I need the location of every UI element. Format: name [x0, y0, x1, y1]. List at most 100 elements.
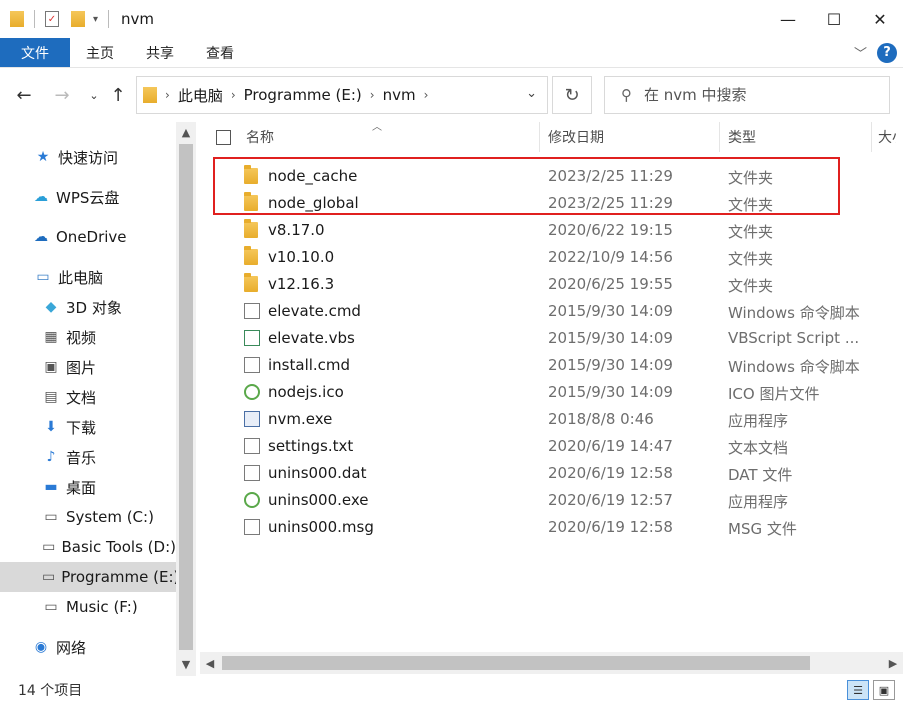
sidebar-item-onedrive[interactable]: ☁ OneDrive [0, 222, 176, 252]
column-type[interactable]: 类型 [720, 122, 872, 152]
table-row[interactable]: unins000.msg 2020/6/19 12:58 MSG 文件 [200, 514, 903, 541]
sidebar-item-this-pc[interactable]: ▭ 此电脑 [0, 262, 176, 292]
file-type: 文件夹 [728, 196, 774, 214]
details-view-button[interactable]: ☰ [847, 680, 869, 700]
breadcrumb-chevron-icon[interactable]: › [165, 88, 170, 102]
up-button[interactable]: ↑ [106, 83, 130, 107]
breadcrumb-chevron-icon[interactable]: › [370, 88, 375, 102]
quick-access-toolbar: ✓ ▾ [0, 10, 113, 28]
toolbar-separator [34, 10, 35, 28]
sidebar-item-network[interactable]: ◉ 网络 [0, 632, 176, 662]
sidebar-item-label: 视频 [66, 328, 97, 347]
sidebar-item-basic-tools-d[interactable]: ▭ Basic Tools (D:) [0, 532, 176, 562]
title-bar: ✓ ▾ nvm — ☐ ✕ [0, 0, 903, 38]
system-drive-icon: ▭ [44, 509, 58, 525]
cube-icon: ◆ [45, 299, 57, 315]
file-date: 2020/6/25 19:55 [548, 275, 673, 293]
table-row[interactable]: settings.txt 2020/6/19 14:47 文本文档 [200, 433, 903, 460]
table-row[interactable]: node_global 2023/2/25 11:29 文件夹 [200, 190, 903, 217]
scroll-left-icon[interactable]: ◀ [200, 652, 220, 674]
close-button[interactable]: ✕ [857, 0, 903, 38]
tab-share[interactable]: 共享 [130, 38, 190, 67]
help-icon[interactable]: ? [877, 42, 897, 63]
horizontal-scrollbar-thumb[interactable] [222, 656, 810, 670]
scroll-up-icon[interactable]: ▲ [176, 122, 196, 142]
folder-icon [244, 246, 258, 265]
scroll-right-icon[interactable]: ▶ [883, 652, 903, 674]
refresh-button[interactable]: ↻ [552, 76, 592, 114]
table-row[interactable]: elevate.vbs 2015/9/30 14:09 VBScript Scr… [200, 325, 903, 352]
file-date: 2015/9/30 14:09 [548, 356, 673, 374]
file-name: v10.10.0 [268, 248, 335, 266]
tab-view[interactable]: 查看 [190, 38, 250, 67]
table-row[interactable]: node_cache 2023/2/25 11:29 文件夹 [200, 163, 903, 190]
sidebar-item-system-c[interactable]: ▭ System (C:) [0, 502, 176, 532]
navigation-pane: ★ 快速访问 ☁ WPS云盘 ☁ OneDrive ▭ 此电脑 ◆ 3D 对象 … [0, 122, 176, 676]
column-date-label: 修改日期 [548, 130, 604, 146]
recent-locations-chevron-icon[interactable]: ⌄ [82, 83, 106, 107]
breadcrumb-chevron-icon[interactable]: › [231, 88, 236, 102]
horizontal-scrollbar[interactable]: ◀ ▶ [200, 652, 903, 674]
address-bar[interactable]: › 此电脑 › Programme (E:) › nvm › ⌄ [136, 76, 548, 114]
address-dropdown-chevron-icon[interactable]: ⌄ [526, 86, 537, 101]
sidebar-scrollbar[interactable]: ▲ ▼ [176, 122, 196, 676]
text-file-icon [244, 438, 260, 454]
sidebar-item-pictures[interactable]: ▣ 图片 [0, 352, 176, 382]
sidebar-item-documents[interactable]: ▤ 文档 [0, 382, 176, 412]
file-name: elevate.cmd [268, 302, 361, 320]
file-date: 2020/6/19 12:57 [548, 491, 673, 509]
table-row[interactable]: v12.16.3 2020/6/25 19:55 文件夹 [200, 271, 903, 298]
sidebar-item-quick-access[interactable]: ★ 快速访问 [0, 142, 176, 172]
folder-icon [244, 192, 258, 211]
sidebar-item-desktop[interactable]: ▬ 桌面 [0, 472, 176, 502]
forward-button[interactable]: → [50, 83, 74, 107]
file-date: 2020/6/19 12:58 [548, 518, 673, 536]
breadcrumb-nvm[interactable]: nvm [383, 86, 416, 104]
table-row[interactable]: unins000.dat 2020/6/19 12:58 DAT 文件 [200, 460, 903, 487]
large-icons-view-button[interactable]: ▣ [873, 680, 895, 700]
minimize-button[interactable]: — [765, 0, 811, 38]
back-button[interactable]: ← [12, 83, 36, 107]
table-row[interactable]: elevate.cmd 2015/9/30 14:09 Windows 命令脚本 [200, 298, 903, 325]
search-input[interactable] [644, 86, 864, 104]
tab-home[interactable]: 主页 [70, 38, 130, 67]
sidebar-item-music-f[interactable]: ▭ Music (F:) [0, 592, 176, 622]
breadcrumb-chevron-icon[interactable]: › [424, 88, 429, 102]
table-row[interactable]: v8.17.0 2020/6/22 19:15 文件夹 [200, 217, 903, 244]
breadcrumb-drive[interactable]: Programme (E:) [244, 86, 362, 104]
tab-file[interactable]: 文件 [0, 38, 70, 67]
maximize-button[interactable]: ☐ [811, 0, 857, 38]
properties-icon[interactable]: ✓ [45, 11, 59, 27]
file-type: 应用程序 [728, 412, 789, 430]
file-type: ICO 图片文件 [728, 385, 820, 403]
sidebar-item-label: 此电脑 [58, 268, 104, 287]
table-row[interactable]: install.cmd 2015/9/30 14:09 Windows 命令脚本 [200, 352, 903, 379]
sidebar-item-music[interactable]: ♪ 音乐 [0, 442, 176, 472]
breadcrumb-this-pc[interactable]: 此电脑 [178, 85, 223, 106]
scroll-down-icon[interactable]: ▼ [176, 654, 196, 674]
sidebar-item-wps-cloud[interactable]: ☁ WPS云盘 [0, 182, 176, 212]
column-date[interactable]: 修改日期 [540, 122, 720, 152]
file-list-right-edge [896, 122, 903, 652]
file-name: elevate.vbs [268, 329, 355, 347]
table-row[interactable]: nvm.exe 2018/8/8 0:46 应用程序 [200, 406, 903, 433]
cmd-file-icon [244, 357, 260, 373]
table-row[interactable]: unins000.exe 2020/6/19 12:57 应用程序 [200, 487, 903, 514]
computer-icon: ▭ [36, 269, 50, 285]
table-row[interactable]: v10.10.0 2022/10/9 14:56 文件夹 [200, 244, 903, 271]
sidebar-item-downloads[interactable]: ⬇ 下载 [0, 412, 176, 442]
new-folder-icon[interactable] [71, 11, 85, 27]
sidebar-item-programme-e[interactable]: ▭ Programme (E:) [0, 562, 176, 592]
customize-toolbar-chevron-icon[interactable]: ▾ [93, 14, 98, 25]
star-icon: ★ [36, 149, 50, 165]
column-name[interactable]: 名称 [200, 122, 540, 152]
sidebar-item-videos[interactable]: ▦ 视频 [0, 322, 176, 352]
file-date: 2023/2/25 11:29 [548, 167, 673, 185]
sidebar-item-3d-objects[interactable]: ◆ 3D 对象 [0, 292, 176, 322]
cloud-icon: ☁ [34, 189, 48, 205]
folder-icon [244, 219, 258, 238]
search-box[interactable]: ⚲ [604, 76, 890, 114]
expand-ribbon-chevron-icon[interactable]: ﹀ [854, 43, 867, 62]
sidebar-scrollbar-thumb[interactable] [179, 144, 193, 650]
table-row[interactable]: nodejs.ico 2015/9/30 14:09 ICO 图片文件 [200, 379, 903, 406]
